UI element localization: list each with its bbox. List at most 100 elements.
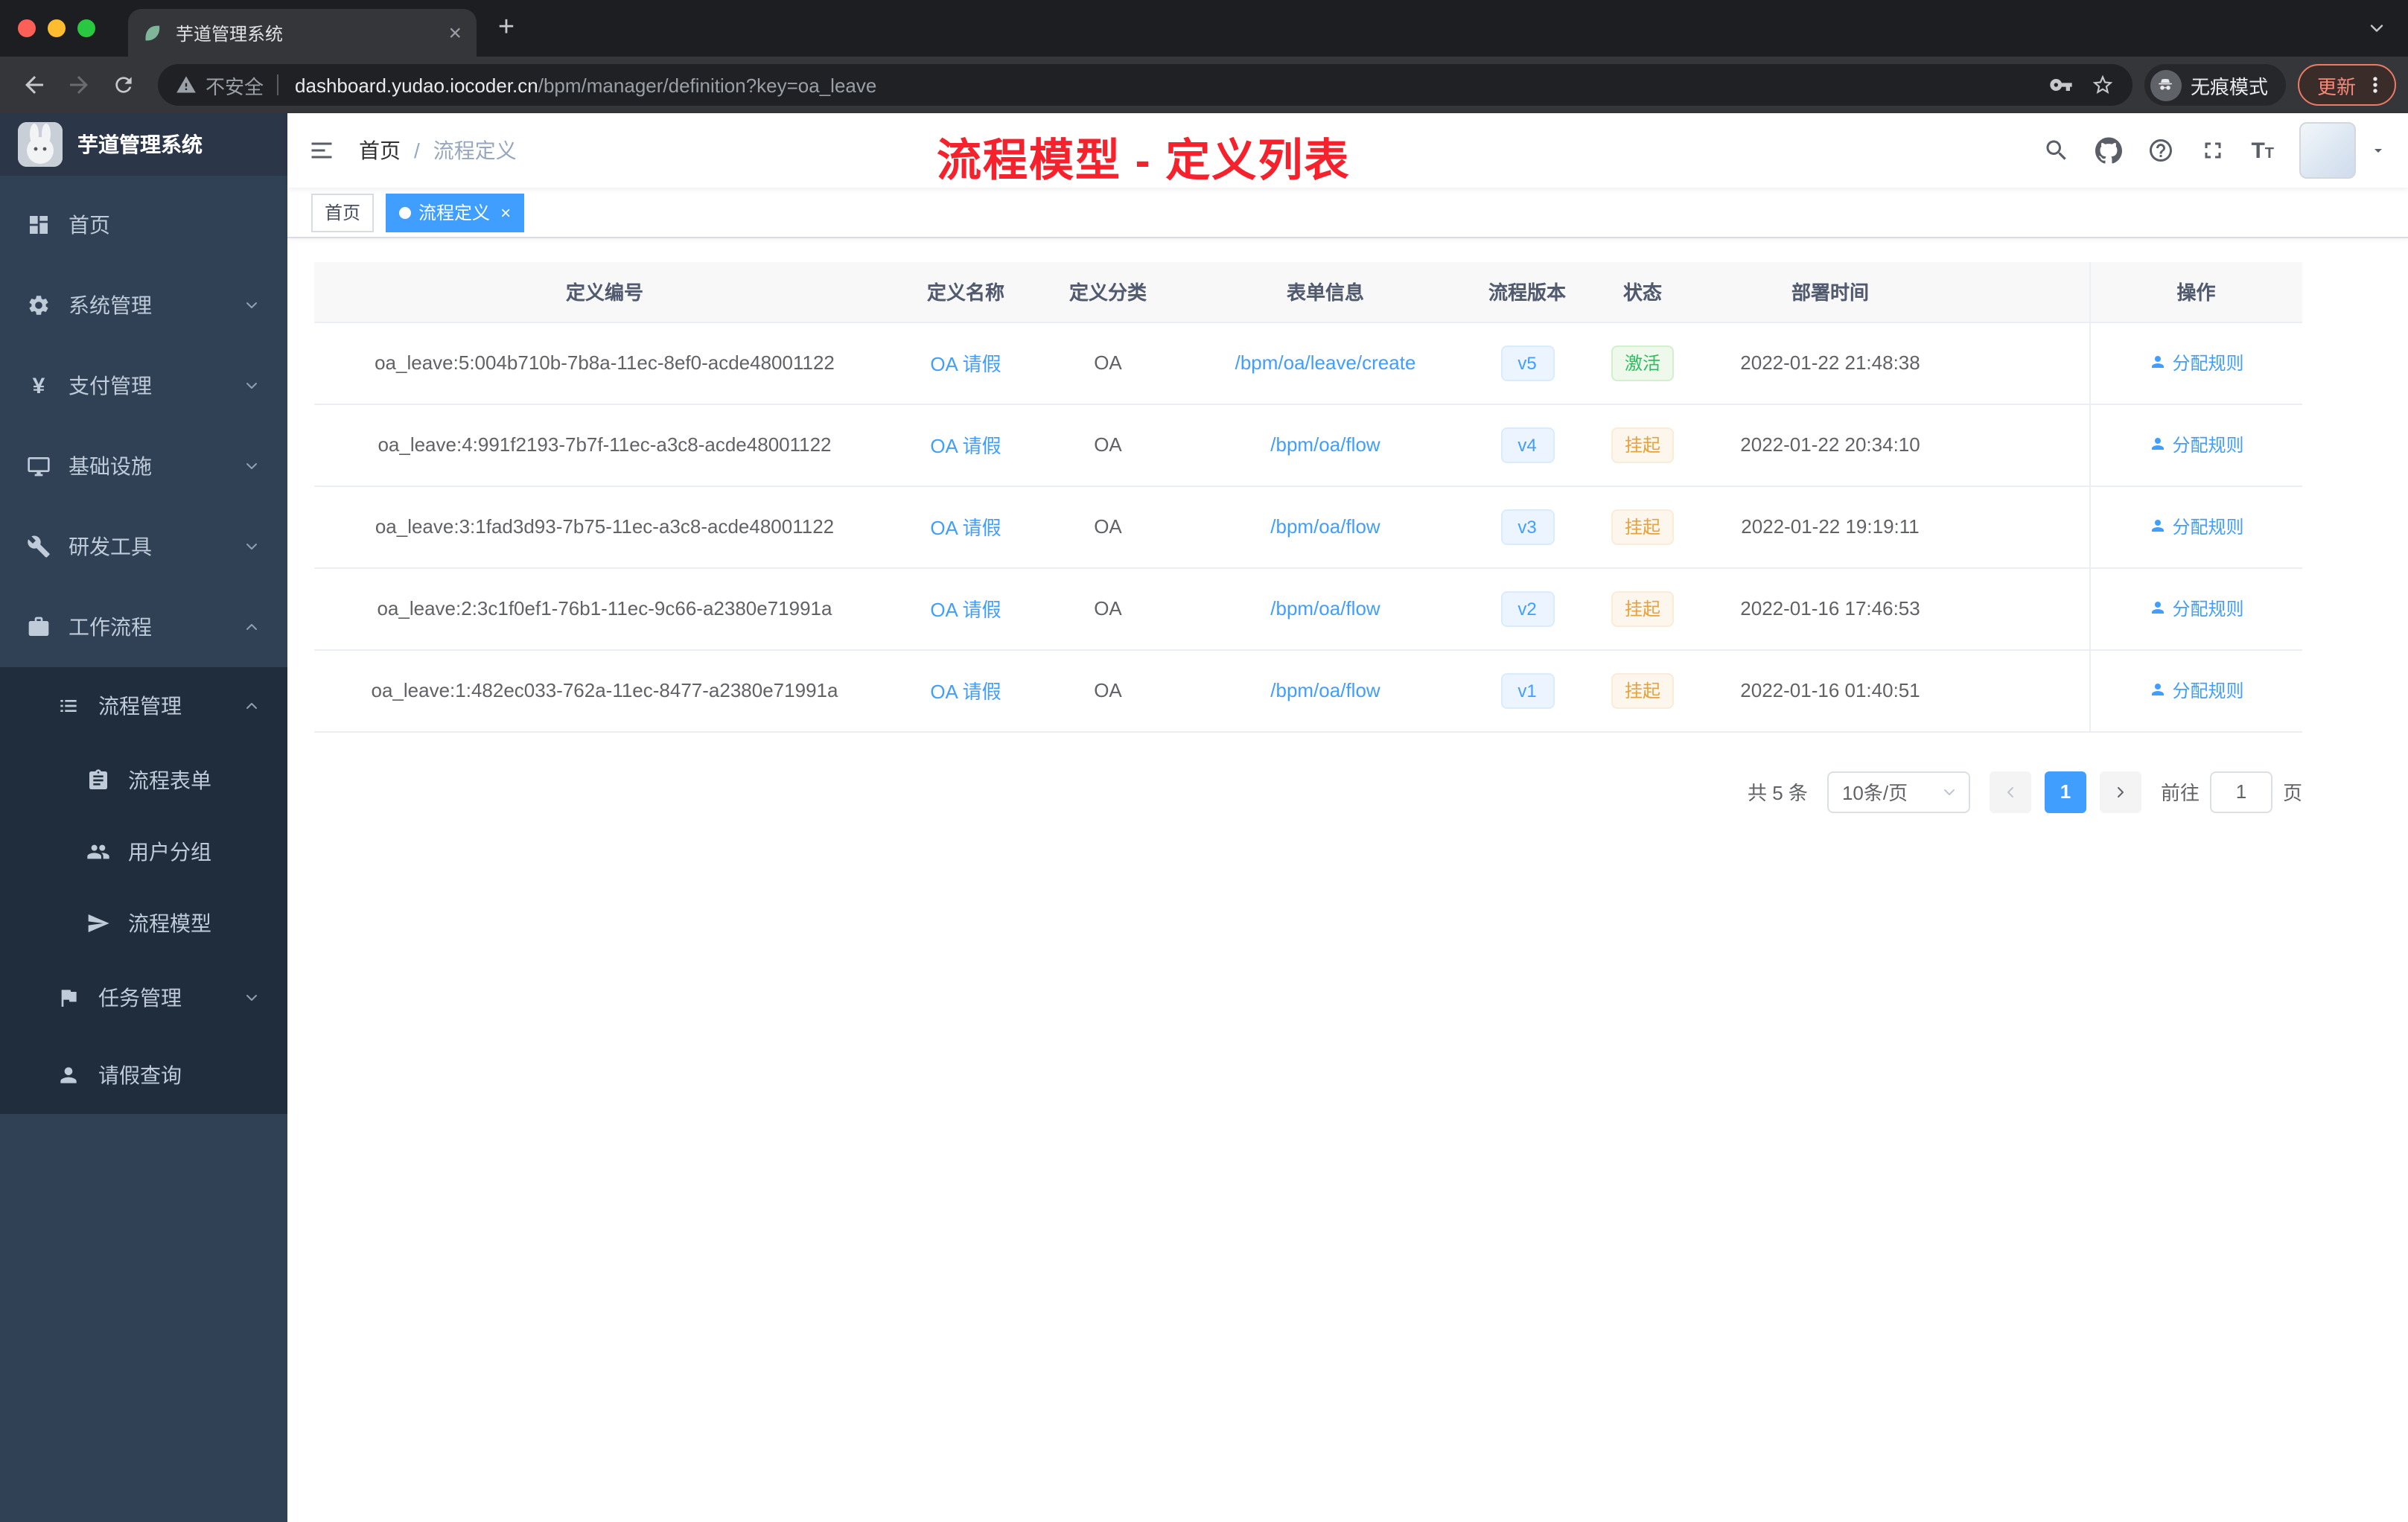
table-row: oa_leave:3:1fad3d93-7b75-11ec-a3c8-acde4… (314, 485, 2302, 568)
bookmark-star-icon[interactable] (2091, 73, 2115, 97)
sidebar-item-home[interactable]: 首页 (0, 185, 287, 265)
goto-page-input[interactable] (2209, 771, 2272, 812)
browser-toolbar: 不安全 dashboard.yudao.iocoder.cn/bpm/manag… (0, 57, 2408, 113)
sidebar-item-process-management[interactable]: 流程管理 (0, 667, 287, 745)
key-icon[interactable] (2049, 73, 2073, 97)
column-header-status: 状态 (1583, 262, 1702, 322)
form-icon (86, 768, 110, 792)
definition-name-link[interactable]: OA 请假 (930, 517, 1001, 539)
tab-title: 芋道管理系统 (176, 23, 284, 44)
page-size-select[interactable]: 10条/页 (1826, 771, 1970, 812)
app-title: 芋道管理系统 (77, 133, 203, 156)
sidebar-item-dev-tools[interactable]: 研发工具 (0, 506, 287, 587)
sidebar-item-label: 工作流程 (69, 615, 152, 639)
cell-definition-id: oa_leave:4:991f2193-7b7f-11ec-a3c8-acde4… (314, 404, 895, 486)
goto-label: 前往 (2160, 782, 2200, 804)
workflow-submenu: 流程管理 流程表单 用户分组 流程模型 任务管理 请假查询 (0, 667, 287, 1114)
definition-name-link[interactable]: OA 请假 (930, 681, 1001, 703)
sidebar-item-payment[interactable]: ¥ 支付管理 (0, 346, 287, 426)
browser-tab[interactable]: 芋道管理系统 × (128, 9, 477, 57)
form-link[interactable]: /bpm/oa/leave/create (1235, 351, 1416, 374)
forward-icon[interactable] (57, 63, 101, 107)
back-icon[interactable] (12, 63, 57, 107)
form-link[interactable]: /bpm/oa/flow (1270, 597, 1380, 620)
logo-avatar (18, 122, 63, 167)
page-number-button[interactable]: 1 (2044, 771, 2086, 812)
assign-rule-label: 分配规则 (2172, 434, 2244, 456)
cell-definition-id: oa_leave:5:004b710b-7b8a-11ec-8ef0-acde4… (314, 322, 895, 404)
window-zoom-button[interactable] (77, 19, 95, 37)
window-controls (0, 19, 113, 37)
sidebar-item-process-form[interactable]: 流程表单 (0, 745, 287, 816)
new-tab-button[interactable]: + (485, 7, 527, 49)
pagination-total: 共 5 条 (1748, 782, 1808, 804)
tag-home[interactable]: 首页 (311, 193, 375, 232)
tag-close-icon[interactable]: × (500, 202, 511, 223)
avatar[interactable] (2299, 122, 2356, 179)
browser-menu-dots-icon[interactable] (2363, 73, 2387, 97)
hamburger-icon[interactable] (308, 137, 335, 164)
breadcrumb-home[interactable]: 首页 (359, 136, 401, 165)
page-content: 定义编号 定义名称 定义分类 表单信息 流程版本 状态 部署时间 操作 oa_l… (287, 238, 2408, 1522)
sidebar-item-infrastructure[interactable]: 基础设施 (0, 426, 287, 506)
user-icon (2148, 518, 2166, 535)
sidebar-item-workflow[interactable]: 工作流程 (0, 587, 287, 667)
prev-page-button[interactable] (1989, 771, 2031, 812)
not-secure-label[interactable]: 不安全 (206, 71, 264, 99)
tab-search-caret-icon[interactable] (2366, 18, 2387, 39)
browser-tab-strip: 芋道管理系统 × + (0, 0, 2408, 57)
definition-name-link[interactable]: OA 请假 (930, 599, 1001, 621)
cell-deploy-time: 2022-01-22 20:34:10 (1702, 404, 1958, 486)
form-link[interactable]: /bpm/oa/flow (1270, 515, 1380, 538)
font-size-icon[interactable]: TT (2251, 138, 2274, 163)
chevron-down-icon (243, 989, 261, 1007)
top-navbar: 首页 / 流程定义 流程模型 - 定义列表 TT (287, 113, 2408, 188)
sidebar: 芋道管理系统 首页 系统管理 ¥ 支付管理 基础设施 研发工具 工作流程 流程管… (0, 113, 287, 1522)
version-tag: v3 (1500, 509, 1554, 544)
assign-rule-link[interactable]: 分配规则 (2148, 596, 2244, 621)
tab-close-icon[interactable]: × (448, 22, 462, 44)
window-close-button[interactable] (18, 19, 36, 37)
user-icon (2148, 436, 2166, 453)
user-icon (2148, 681, 2166, 699)
chevron-up-icon (243, 618, 261, 636)
url-path: /bpm/manager/definition?key=oa_leave (538, 74, 877, 96)
user-icon (2148, 354, 2166, 372)
assign-rule-link[interactable]: 分配规则 (2148, 432, 2244, 457)
help-icon[interactable] (2147, 137, 2173, 164)
status-tag: 挂起 (1611, 672, 1674, 708)
github-icon[interactable] (2095, 137, 2122, 164)
sidebar-item-task-management[interactable]: 任务管理 (0, 959, 287, 1037)
active-tag-dot (399, 206, 412, 218)
chevron-left-icon (2001, 783, 2019, 800)
search-icon[interactable] (2042, 137, 2069, 164)
definition-name-link[interactable]: OA 请假 (930, 435, 1001, 457)
refresh-icon[interactable] (101, 63, 146, 107)
sidebar-item-process-model[interactable]: 流程模型 (0, 888, 287, 959)
table-row: oa_leave:5:004b710b-7b8a-11ec-8ef0-acde4… (314, 322, 2302, 404)
cell-category: OA (1036, 404, 1179, 486)
window-minimize-button[interactable] (48, 19, 66, 37)
cell-filler (1958, 322, 2089, 404)
sidebar-item-system[interactable]: 系统管理 (0, 265, 287, 346)
user-icon (2148, 599, 2166, 617)
assign-rule-link[interactable]: 分配规则 (2148, 514, 2244, 539)
address-bar[interactable]: 不安全 dashboard.yudao.iocoder.cn/bpm/manag… (158, 64, 2133, 106)
sidebar-item-user-group[interactable]: 用户分组 (0, 816, 287, 888)
update-button[interactable]: 更新 (2297, 64, 2396, 106)
sidebar-logo[interactable]: 芋道管理系统 (0, 113, 287, 176)
fullscreen-icon[interactable] (2199, 137, 2226, 164)
form-link[interactable]: /bpm/oa/flow (1270, 679, 1380, 701)
sidebar-item-leave-query[interactable]: 请假查询 (0, 1037, 287, 1114)
column-header-form: 表单信息 (1179, 262, 1471, 322)
breadcrumb-current: 流程定义 (433, 138, 517, 162)
definition-name-link[interactable]: OA 请假 (930, 353, 1001, 375)
form-link[interactable]: /bpm/oa/flow (1270, 433, 1380, 456)
assign-rule-link[interactable]: 分配规则 (2148, 350, 2244, 375)
assign-rule-link[interactable]: 分配规则 (2148, 678, 2244, 703)
tag-process-definition[interactable]: 流程定义 × (386, 193, 525, 232)
next-page-button[interactable] (2099, 771, 2141, 812)
caret-down-icon[interactable] (2369, 141, 2387, 159)
table-header-row: 定义编号 定义名称 定义分类 表单信息 流程版本 状态 部署时间 操作 (314, 262, 2302, 322)
wrench-icon (27, 535, 51, 558)
